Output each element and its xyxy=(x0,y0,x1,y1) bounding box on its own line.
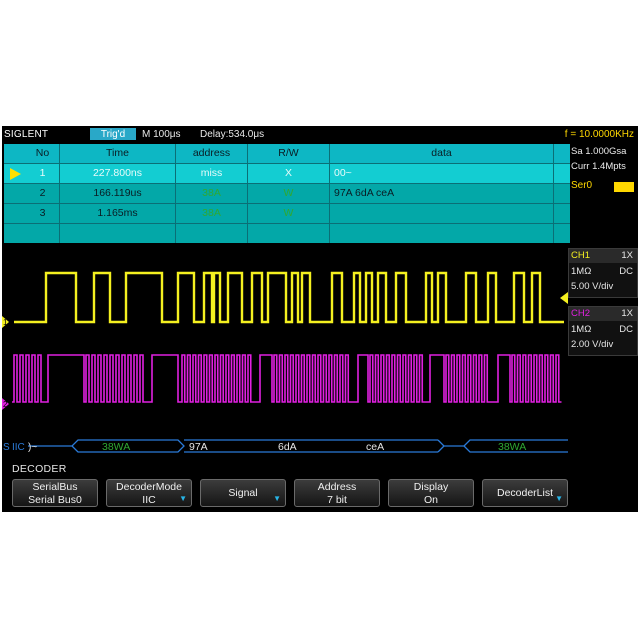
bus-protocol-label: IIC xyxy=(12,442,25,453)
decoderlist-softkey[interactable]: DecoderList ▼ xyxy=(482,479,568,507)
ch1-marker-label: 1 xyxy=(3,318,8,327)
bus-token-data: 6dA xyxy=(278,441,297,453)
oscilloscope-screen: SIGLENT Trig'd M 100μs Delay:534.0μs f =… xyxy=(2,126,638,512)
waveform-display: 1 2 S IIC )~ 38WA 97A 6dA ceA 38WA xyxy=(2,271,568,453)
softkey-value: On xyxy=(423,494,438,506)
bus-marker-symbol: S xyxy=(3,442,10,453)
softkey-value: 7 bit xyxy=(327,494,347,506)
softkey-label: SerialBus xyxy=(32,481,78,493)
trigger-level-marker-icon[interactable] xyxy=(560,292,568,304)
signal-softkey[interactable]: Signal ▼ xyxy=(200,479,286,507)
bus-token-data: 97A xyxy=(189,441,208,453)
softkey-label: DecoderMode xyxy=(116,481,182,493)
decodermode-softkey[interactable]: DecoderMode IIC ▼ xyxy=(106,479,192,507)
bus-token-address: 38WA xyxy=(498,441,526,453)
knob-arrow-icon: ▼ xyxy=(273,494,281,503)
knob-arrow-icon: ▼ xyxy=(555,494,563,503)
softkey-label: Display xyxy=(413,481,449,493)
serialbus-softkey[interactable]: SerialBus Serial Bus0 xyxy=(12,479,98,507)
ch1-waveform-trace xyxy=(14,271,564,324)
bus-token-data: ceA xyxy=(366,441,384,453)
menu-title: DECODER xyxy=(12,463,67,475)
ch2-trace-line xyxy=(12,354,562,403)
ch2-marker-label: 2 xyxy=(3,400,8,409)
display-softkey[interactable]: Display On xyxy=(388,479,474,507)
softkey-label: Address xyxy=(317,481,357,493)
knob-arrow-icon: ▼ xyxy=(179,494,187,503)
softkey-value: Serial Bus0 xyxy=(28,494,82,506)
address-softkey[interactable]: Address 7 bit xyxy=(294,479,380,507)
bus-start-symbol: )~ xyxy=(28,442,37,453)
bus-token-address: 38WA xyxy=(102,441,130,453)
ch2-waveform-trace xyxy=(12,354,562,403)
softkey-menu: SerialBus Serial Bus0 DecoderMode IIC ▼ … xyxy=(2,476,638,512)
